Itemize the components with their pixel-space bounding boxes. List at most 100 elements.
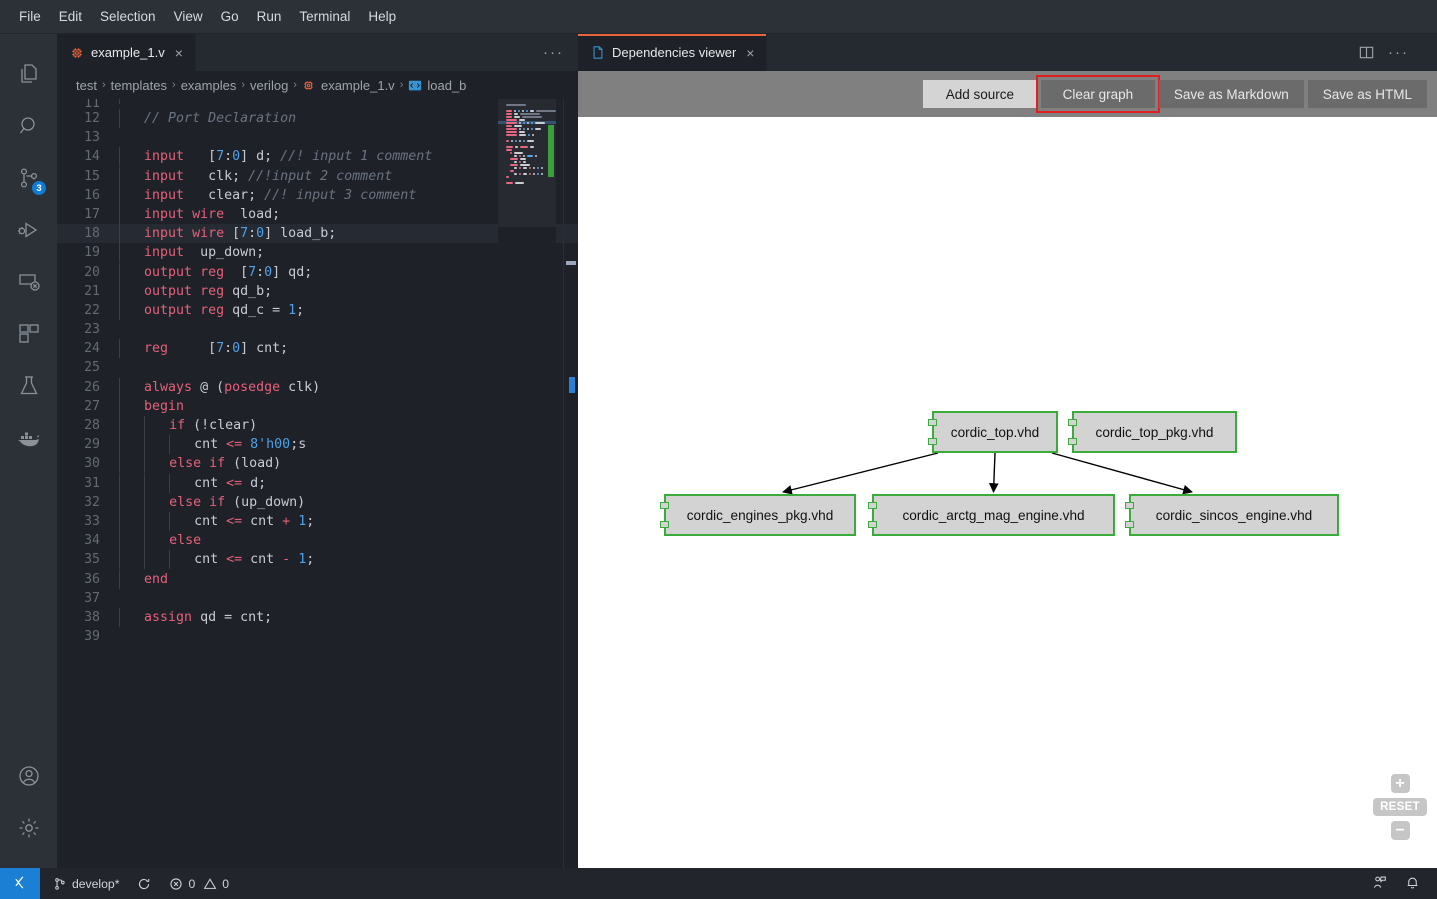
- editor-scrollbar[interactable]: [564, 99, 578, 868]
- breadcrumb-separator: ›: [293, 79, 297, 91]
- breadcrumb-item-example-1-v[interactable]: example_1.v: [321, 78, 395, 93]
- status-notifications[interactable]: [1396, 868, 1429, 899]
- line-number: 22: [84, 302, 100, 318]
- line-number: 21: [84, 283, 100, 299]
- activity-item-accounts[interactable]: [0, 750, 57, 802]
- breadcrumb-item-verilog[interactable]: verilog: [250, 78, 288, 93]
- sync-icon: [137, 877, 151, 891]
- ellipsis-icon[interactable]: ···: [1388, 45, 1409, 60]
- status-problems[interactable]: 0 0: [160, 868, 238, 899]
- menu-item-file[interactable]: File: [10, 5, 50, 29]
- extensions-icon: [17, 322, 41, 346]
- node-port-top: [928, 419, 937, 426]
- node-port-top: [868, 502, 877, 509]
- code-line-text: cnt <= cnt + 1;: [116, 511, 314, 531]
- graph-node-cordic-top-pkg[interactable]: cordic_top_pkg.vhd: [1068, 411, 1237, 453]
- graph-node-cordic-sincos-engine[interactable]: cordic_sincos_engine.vhd: [1125, 494, 1339, 536]
- tab-dependencies-viewer[interactable]: Dependencies viewer ×: [578, 34, 768, 71]
- menu-item-view[interactable]: View: [165, 5, 212, 29]
- breadcrumb-item-test[interactable]: test: [76, 78, 97, 93]
- activity-item-testing[interactable]: [0, 360, 57, 412]
- line-number: 28: [84, 418, 100, 433]
- editor-area: example_1.v × ··· test › templates › example…: [57, 34, 1437, 868]
- add-source-button[interactable]: Add source: [922, 80, 1037, 108]
- zoom-in-button[interactable]: +: [1390, 774, 1410, 793]
- line-number: 35: [84, 552, 100, 568]
- menu-item-edit[interactable]: Edit: [50, 5, 91, 29]
- tab-bar-filler-left: ···: [195, 34, 578, 71]
- save-as-html-button[interactable]: Save as HTML: [1307, 80, 1427, 108]
- menu-item-run[interactable]: Run: [248, 5, 291, 29]
- ellipsis-icon[interactable]: ···: [543, 45, 564, 60]
- tab-close-icon[interactable]: ×: [175, 46, 183, 60]
- files-icon: [17, 62, 41, 86]
- activity-item-source-control[interactable]: 3: [0, 152, 57, 204]
- code-line-text: end: [116, 569, 168, 589]
- activity-item-docker[interactable]: [0, 412, 57, 464]
- tab-label: Dependencies viewer: [612, 45, 737, 60]
- activity-item-explorer[interactable]: [0, 48, 57, 100]
- activity-item-remote-explorer[interactable]: [0, 256, 57, 308]
- menu-item-terminal[interactable]: Terminal: [290, 5, 359, 29]
- graph-node-cordic-engines-pkg[interactable]: cordic_engines_pkg.vhd: [660, 494, 856, 536]
- tab-label: example_1.v: [91, 45, 165, 60]
- account-icon: [17, 764, 41, 788]
- code-editor[interactable]: 11 12 // Port Declaration 13 14 input [7:0]…: [57, 99, 578, 868]
- activity-item-search[interactable]: [0, 100, 57, 152]
- breadcrumb-item-examples[interactable]: examples: [181, 78, 237, 93]
- line-number: 27: [84, 398, 100, 414]
- line-number: 24: [84, 341, 100, 357]
- file-icon: [591, 45, 605, 60]
- code-line-text: input clear; //! input 3 comment: [116, 185, 416, 205]
- status-sync[interactable]: [128, 868, 160, 899]
- code-line-text: cnt <= 8'h00;s: [116, 435, 306, 455]
- code-line-text: // Port Declaration: [116, 109, 296, 128]
- breadcrumb-separator: ›: [172, 79, 176, 91]
- status-branch[interactable]: develop*: [40, 868, 128, 899]
- menu-item-help[interactable]: Help: [359, 5, 405, 29]
- status-feedback[interactable]: [1363, 868, 1396, 899]
- zoom-reset-button[interactable]: RESET: [1373, 798, 1427, 816]
- node-label: cordic_engines_pkg.vhd: [686, 507, 834, 523]
- status-bar: develop* 0 0: [0, 868, 1437, 899]
- breadcrumb-item-templates[interactable]: templates: [111, 78, 167, 93]
- breadcrumb-separator: ›: [241, 79, 245, 91]
- activity-item-extensions[interactable]: [0, 308, 57, 360]
- line-number: 17: [84, 206, 100, 222]
- line-number: 29: [84, 437, 100, 453]
- line-number: 33: [84, 513, 100, 529]
- activity-item-settings[interactable]: [0, 802, 57, 854]
- zoom-out-button[interactable]: −: [1390, 821, 1410, 840]
- editor-actions: ···: [1358, 44, 1423, 61]
- line-number: 37: [84, 590, 100, 606]
- breadcrumb-item-load-b[interactable]: load_b: [427, 78, 466, 93]
- code-line-text: output reg [7:0] qd;: [116, 262, 312, 282]
- graph-node-cordic-top[interactable]: cordic_top.vhd: [928, 411, 1058, 453]
- menu-item-selection[interactable]: Selection: [91, 5, 165, 29]
- line-number: 19: [84, 245, 100, 261]
- remote-window-button[interactable]: [0, 868, 40, 899]
- dependency-graph-canvas[interactable]: cordic_top.vhd cordic_top_pkg.vhd cordic_e…: [578, 117, 1437, 868]
- menu-item-go[interactable]: Go: [212, 5, 248, 29]
- node-port-bottom: [660, 521, 669, 528]
- scrollbar-slider[interactable]: [566, 261, 576, 265]
- verilog-chip-icon: [302, 78, 316, 92]
- tab-example-1-v[interactable]: example_1.v ×: [57, 34, 196, 71]
- clear-graph-button[interactable]: Clear graph: [1035, 75, 1160, 113]
- error-icon: [169, 877, 183, 891]
- tab-close-icon[interactable]: ×: [746, 46, 754, 60]
- line-number: 11: [84, 99, 100, 109]
- node-port-bottom: [1068, 438, 1077, 445]
- node-label: cordic_arctg_mag_engine.vhd: [902, 507, 1085, 523]
- minimap[interactable]: [498, 99, 556, 868]
- line-number: 26: [84, 379, 100, 395]
- tab-bar-right: Dependencies viewer × ···: [578, 34, 1437, 71]
- activity-item-run-and-debug[interactable]: [0, 204, 57, 256]
- line-number: 38: [84, 609, 100, 625]
- split-editor-icon[interactable]: [1358, 44, 1375, 61]
- activity-bar: 3: [0, 34, 57, 868]
- save-as-markdown-button[interactable]: Save as Markdown: [1158, 80, 1304, 108]
- editor-group-right: Dependencies viewer × ··· Add source Cle…: [578, 34, 1437, 868]
- symbol-module-icon: [408, 78, 422, 92]
- graph-node-cordic-arctg-mag-engine[interactable]: cordic_arctg_mag_engine.vhd: [868, 494, 1115, 536]
